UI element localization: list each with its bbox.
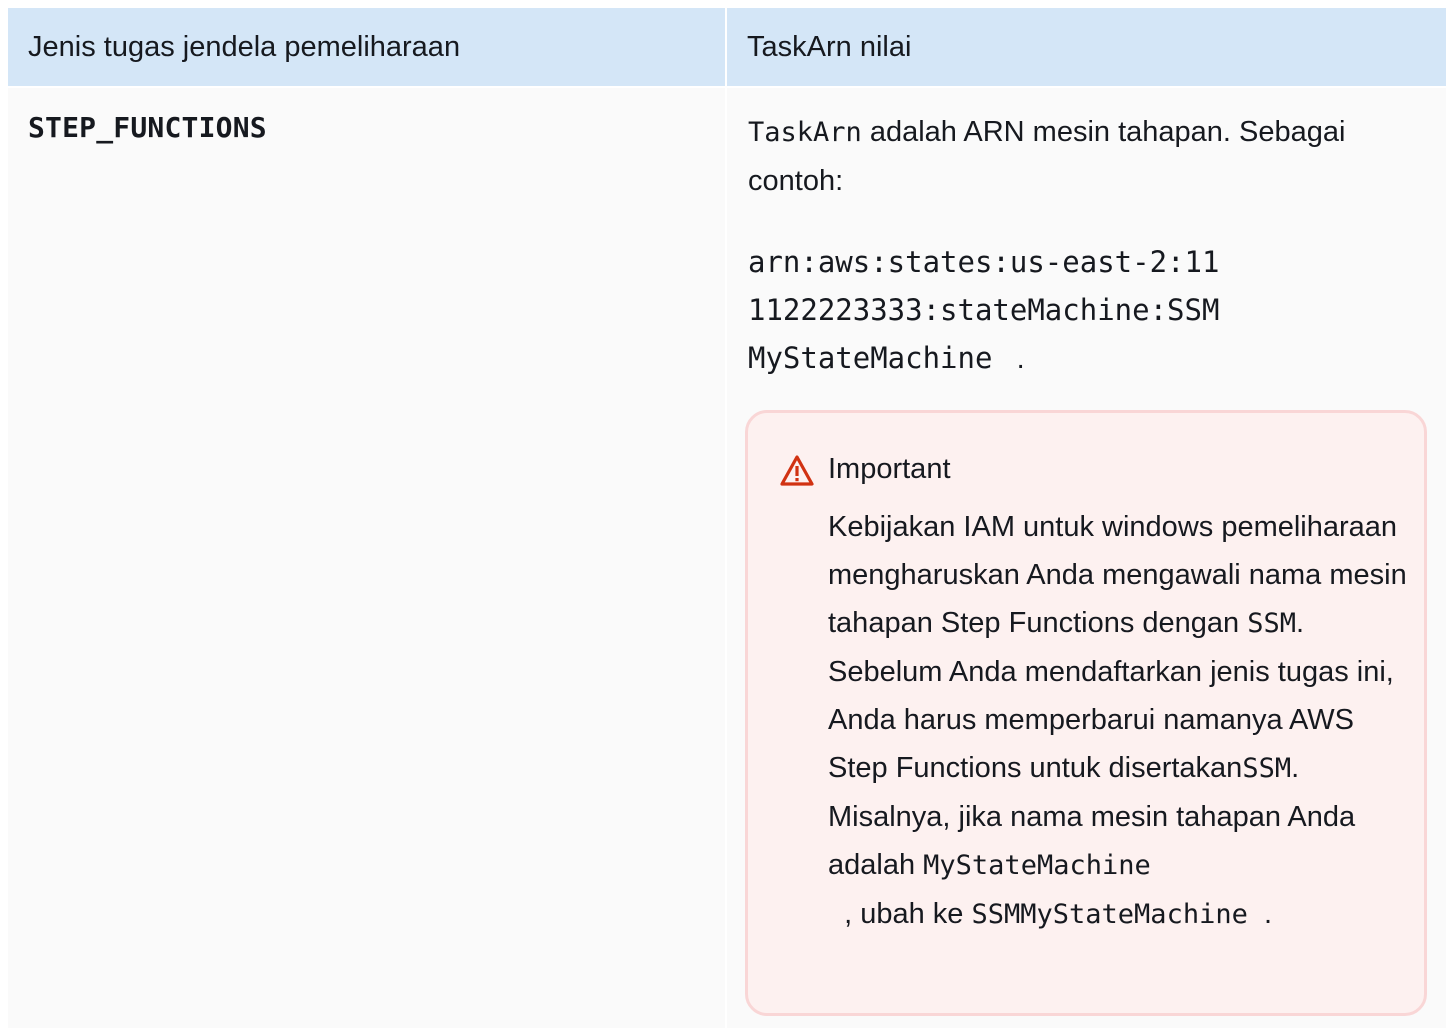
callout-text-5: .: [1247, 898, 1273, 930]
arn-example: arn:aws:states:us-east-2:11 1122223333:s…: [748, 238, 1438, 383]
important-callout: Important Kebijakan IAM untuk windows pe…: [745, 410, 1427, 1016]
callout-body: Kebijakan IAM untuk windows pemeliharaan…: [828, 503, 1418, 939]
arn-line-3-wrap: MyStateMachine .: [748, 334, 1438, 383]
header-task-type: Jenis tugas jendela pemeliharaan: [8, 8, 725, 86]
arn-period: .: [992, 343, 1025, 375]
callout-code-ssmmystatemachine: SSMMyStateMachine: [971, 899, 1248, 930]
warning-triangle-icon: [780, 455, 814, 486]
header-taskarn-value: TaskArn nilai: [727, 8, 1446, 86]
cell-task-type: STEP_FUNCTIONS: [8, 88, 725, 1028]
maintenance-task-table: Jenis tugas jendela pemeliharaan TaskArn…: [8, 8, 1446, 1028]
arn-line-3: MyStateMachine: [748, 341, 993, 375]
arn-line-2: 1122223333:stateMachine:SSM: [748, 293, 1220, 327]
callout-title: Important: [828, 453, 951, 485]
callout-text-1: Kebijakan IAM untuk windows pemeliharaan…: [828, 511, 1407, 639]
cell-taskarn-value: TaskArn adalah ARN mesin tahapan. Sebaga…: [727, 88, 1446, 1028]
callout-text-4: , ubah ke: [828, 898, 972, 930]
callout-code-ssm-1: SSM: [1247, 608, 1296, 639]
task-type-value: STEP_FUNCTIONS: [28, 111, 267, 144]
taskarn-description: TaskArn adalah ARN mesin tahapan. Sebaga…: [748, 108, 1438, 205]
arn-line-1: arn:aws:states:us-east-2:11: [748, 245, 1220, 279]
callout-code-ssm-2: SSM: [1242, 753, 1292, 784]
taskarn-code: TaskArn: [748, 117, 862, 148]
table-row: STEP_FUNCTIONS TaskArn adalah ARN mesin …: [8, 88, 1446, 1028]
callout-code-mystatemachine: MyStateMachine: [923, 850, 1151, 881]
table-header-row: Jenis tugas jendela pemeliharaan TaskArn…: [8, 8, 1446, 86]
